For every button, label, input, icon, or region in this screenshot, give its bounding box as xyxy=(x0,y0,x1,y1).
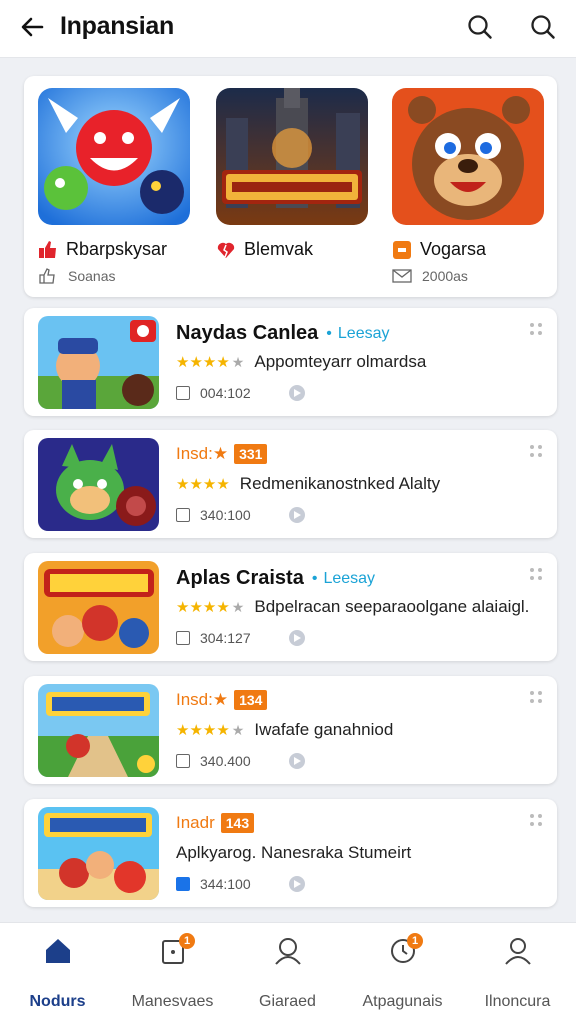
nav-item-home[interactable]: Nodurs xyxy=(0,923,115,1024)
nav-label: Nodurs xyxy=(29,993,86,1010)
game-size: 344:100 xyxy=(200,876,251,892)
featured-title: Rbarpskysar xyxy=(66,239,168,259)
star-outline-icon: ★ xyxy=(231,598,245,615)
checkbox-icon[interactable] xyxy=(176,386,190,400)
checkbox-icon[interactable] xyxy=(176,877,190,891)
bottom-navigation: Nodurs 1 Manesvaes Giaraed 1 Atpagunais … xyxy=(0,922,576,1024)
nav-item-messages[interactable]: 1 Manesvaes xyxy=(115,923,230,1024)
featured-subtitle: Soanas xyxy=(68,268,116,284)
search-icon[interactable] xyxy=(466,13,494,41)
featured-carousel: Rbarpskysar Soanas Blemvak Vogarsa 2000a… xyxy=(24,76,557,297)
game-thumbnail xyxy=(38,807,159,900)
game-thumbnail xyxy=(38,316,159,409)
game-description: Bdpelracan seeparaoolgane alaiaigl. xyxy=(254,597,530,616)
top-app-bar: Inpansian xyxy=(0,0,576,58)
install-label: Insd: xyxy=(176,444,213,463)
nav-item-updates[interactable]: 1 Atpagunais xyxy=(345,923,460,1024)
game-size: 340:100 xyxy=(200,507,251,523)
star-outline-icon: ★ xyxy=(231,721,245,738)
featured-item[interactable]: Vogarsa 2000as xyxy=(392,88,544,284)
game-description: Iwafafe ganahniod xyxy=(254,720,394,739)
notification-badge: 1 xyxy=(179,933,195,949)
drag-handle-icon[interactable] xyxy=(529,567,543,581)
featured-item[interactable]: Rbarpskysar Soanas xyxy=(38,88,190,284)
game-description: Redmenikanostnked Alalty xyxy=(239,474,441,493)
count-badge: 134 xyxy=(234,690,268,710)
nav-label: Atpagunais xyxy=(362,993,443,1010)
play-circle-icon[interactable] xyxy=(288,385,305,401)
game-size: 340.400 xyxy=(200,753,251,769)
game-thumbnail xyxy=(38,438,159,531)
game-tag: Leesay xyxy=(312,570,375,588)
orange-square-icon xyxy=(393,240,411,259)
list-item[interactable]: Insd: ★ 134 ★★★★ ★ Iwafafe ganahniod 340.400 xyxy=(24,676,557,784)
drag-handle-icon[interactable] xyxy=(529,690,543,704)
game-thumbnail xyxy=(216,88,368,225)
search-icon[interactable] xyxy=(529,13,557,41)
drag-handle-icon[interactable] xyxy=(529,444,543,458)
star-outline-icon: ★ xyxy=(231,353,245,370)
checkbox-icon[interactable] xyxy=(176,631,190,645)
heart-broken-icon xyxy=(217,242,235,258)
star-small-icon: ★ xyxy=(212,444,229,463)
play-circle-icon[interactable] xyxy=(288,630,305,646)
game-thumbnail xyxy=(38,561,159,654)
list-item[interactable]: Aplas Craista Leesay ★★★★★ Bdpelracan seep… xyxy=(24,553,557,661)
drag-handle-icon[interactable] xyxy=(529,322,543,336)
game-thumbnail xyxy=(392,88,544,225)
page-title: Inpansian xyxy=(60,12,174,40)
nav-item-account[interactable]: Ilnoncura xyxy=(460,923,575,1024)
featured-title: Blemvak xyxy=(244,239,314,259)
rating-stars: ★★★★ xyxy=(176,354,230,371)
mail-icon xyxy=(392,269,412,283)
rating-stars: ★★★★ xyxy=(176,476,230,493)
play-circle-icon[interactable] xyxy=(288,876,305,892)
game-tag: Leesay xyxy=(326,325,390,343)
featured-title: Vogarsa xyxy=(420,239,487,259)
install-label: Inadr xyxy=(176,813,215,832)
count-badge: 143 xyxy=(220,813,255,833)
game-thumbnail xyxy=(38,684,159,777)
game-description: Aplkyarog. Nanesraka Stumeirt xyxy=(176,843,412,862)
game-size: 304:127 xyxy=(200,630,251,646)
featured-item[interactable]: Blemvak xyxy=(216,88,368,268)
install-label: Insd: xyxy=(176,690,213,709)
count-badge: 331 xyxy=(234,444,268,464)
notification-badge: 1 xyxy=(407,933,423,949)
nav-label: Manesvaes xyxy=(131,993,214,1010)
checkbox-icon[interactable] xyxy=(176,508,190,522)
thumbs-up-outline-icon xyxy=(39,268,55,284)
drag-handle-icon[interactable] xyxy=(529,813,543,827)
game-title: Aplas Craista xyxy=(176,567,304,589)
back-arrow-icon[interactable] xyxy=(18,12,48,42)
nav-label: Giaraed xyxy=(259,993,316,1010)
game-thumbnail xyxy=(38,88,190,225)
list-item[interactable]: Naydas Canlea Leesay ★★★★★ Appomteyarr olm… xyxy=(24,308,557,416)
nav-label: Ilnoncura xyxy=(484,993,551,1010)
home-icon xyxy=(45,939,70,963)
rating-stars: ★★★★ xyxy=(176,599,230,616)
game-description: Appomteyarr olmardsa xyxy=(254,352,427,371)
user-icon xyxy=(504,938,531,965)
thumbs-up-icon xyxy=(39,240,56,258)
list-item[interactable]: Inadr 143 Aplkyarog. Nanesraka Stumeirt 3… xyxy=(24,799,557,907)
nav-item-profile[interactable]: Giaraed xyxy=(230,923,345,1024)
game-size: 004:102 xyxy=(200,385,251,401)
game-title: Naydas Canlea xyxy=(176,322,319,344)
user-icon xyxy=(274,938,301,965)
play-circle-icon[interactable] xyxy=(288,507,305,523)
rating-stars: ★★★★ xyxy=(176,722,230,739)
checkbox-icon[interactable] xyxy=(176,754,190,768)
play-circle-icon[interactable] xyxy=(288,753,305,769)
featured-subtitle: 2000as xyxy=(422,268,468,284)
list-item[interactable]: Insd: ★ 331 ★★★★ Redmenikanostnked Alalty 3… xyxy=(24,430,557,538)
star-small-icon: ★ xyxy=(212,690,229,709)
